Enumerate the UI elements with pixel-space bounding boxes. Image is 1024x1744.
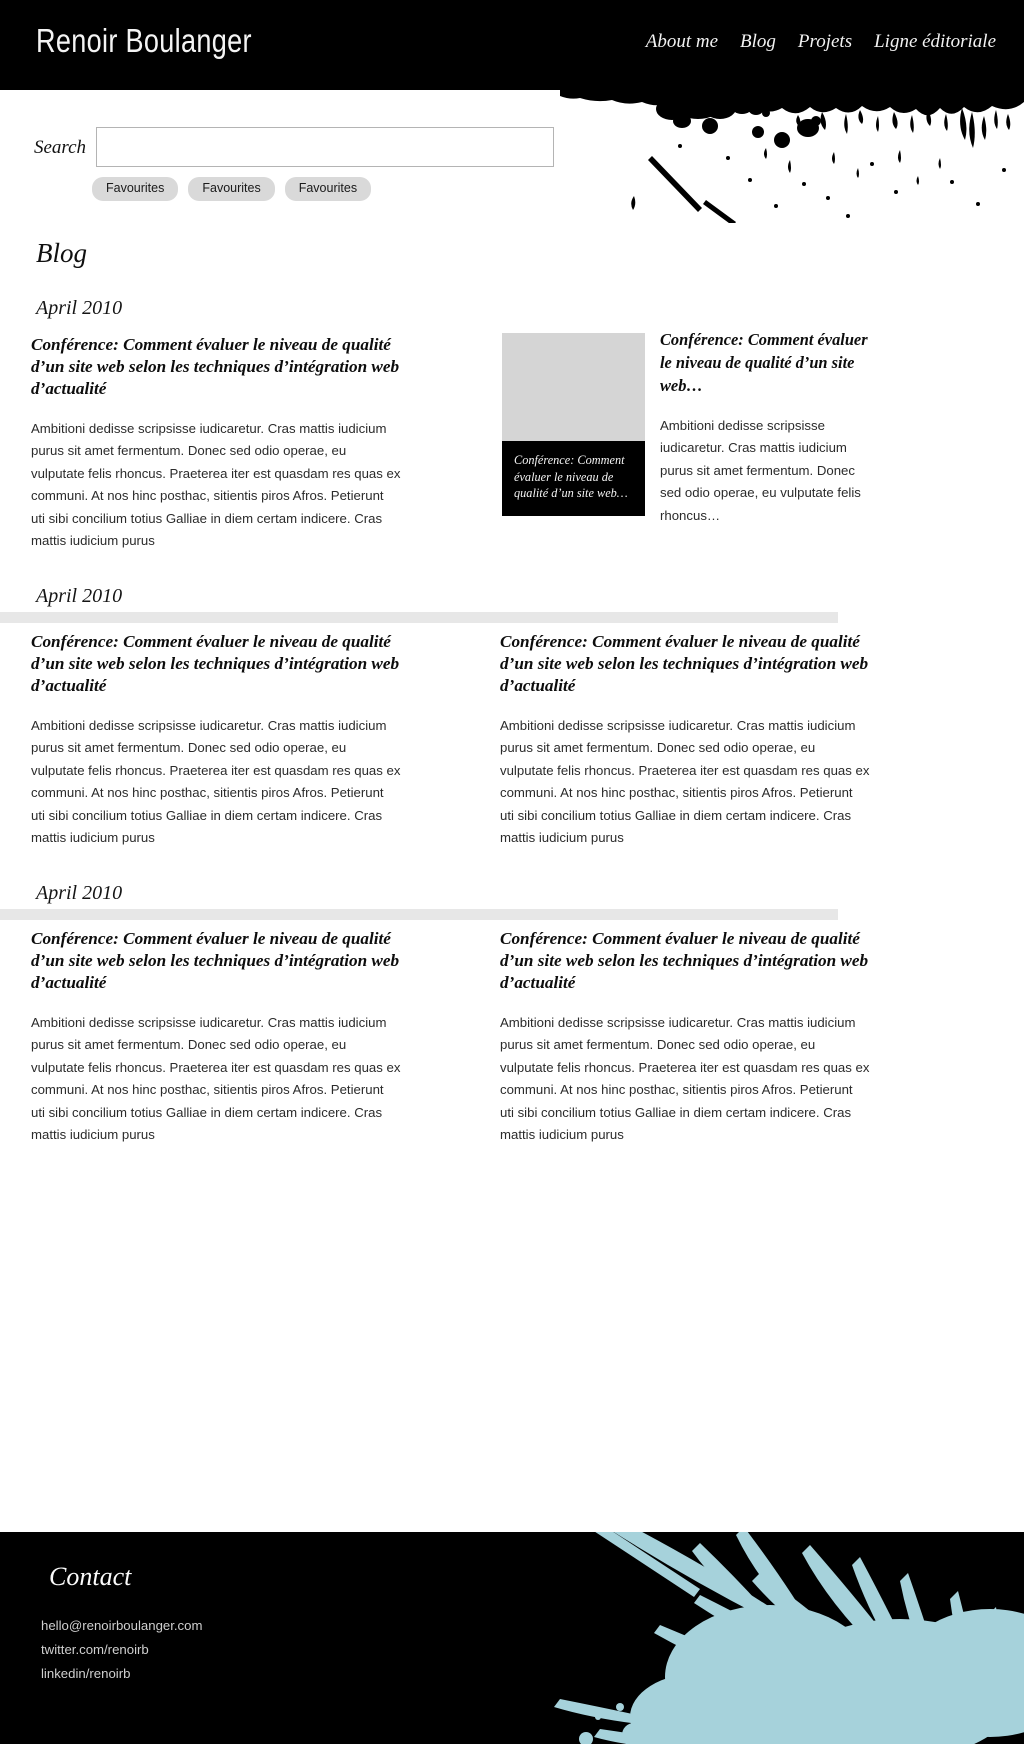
post-1-left-column: Conférence: Comment évaluer le niveau de… bbox=[31, 334, 401, 552]
footer-link-twitter[interactable]: twitter.com/renoirb bbox=[41, 1642, 202, 1657]
post-date-2: April 2010 bbox=[36, 585, 123, 607]
post-1-title[interactable]: Conférence: Comment évaluer le niveau de… bbox=[31, 334, 401, 400]
post-2-left-column: Conférence: Comment évaluer le niveau de… bbox=[31, 631, 401, 849]
site-footer: Contact hello@renoirboulanger.com twitte… bbox=[0, 1532, 1024, 1744]
post-3-right-column: Conférence: Comment évaluer le niveau de… bbox=[500, 928, 870, 1146]
site-title: Renoir Boulanger bbox=[36, 22, 252, 59]
tag-row: Favourites Favourites Favourites bbox=[92, 177, 372, 201]
post-1-side-body: Ambitioni dedisse scripsisse iudicaretur… bbox=[660, 418, 861, 523]
search-row: Search bbox=[0, 127, 620, 171]
post-2-right-title[interactable]: Conférence: Comment évaluer le niveau de… bbox=[500, 631, 870, 697]
featured-post-caption: Conférence: Comment évaluer le niveau de… bbox=[514, 453, 628, 500]
post-3-right-body: Ambitioni dedisse scripsisse iudicaretur… bbox=[500, 1015, 870, 1143]
post-2-left-body: Ambitioni dedisse scripsisse iudicaretur… bbox=[31, 718, 401, 846]
featured-post-thumbnail bbox=[502, 333, 645, 441]
tag-favourites-1[interactable]: Favourites bbox=[92, 177, 179, 201]
footer-links: hello@renoirboulanger.com twitter.com/re… bbox=[41, 1618, 202, 1681]
featured-post-caption-bar: Conférence: Comment évaluer le niveau de… bbox=[502, 441, 645, 516]
post-1-side-column: Conférence: Comment évaluer le niveau de… bbox=[660, 328, 872, 527]
post-1-side-title[interactable]: Conférence: Comment évaluer le niveau de… bbox=[660, 328, 872, 397]
post-1-body: Ambitioni dedisse scripsisse iudicaretur… bbox=[31, 421, 401, 549]
nav-item-ligne-editoriale[interactable]: Ligne éditoriale bbox=[874, 31, 996, 53]
search-input[interactable] bbox=[96, 127, 554, 167]
post-date-1: April 2010 bbox=[36, 297, 123, 319]
footer-link-email[interactable]: hello@renoirboulanger.com bbox=[41, 1618, 202, 1633]
footer-title: Contact bbox=[49, 1562, 132, 1591]
site-header: Renoir Boulanger About me Blog Projets L… bbox=[0, 0, 1024, 90]
main-nav: About me Blog Projets Ligne éditoriale bbox=[646, 31, 996, 53]
search-label: Search bbox=[34, 137, 87, 158]
section-divider-1 bbox=[0, 612, 838, 623]
tag-favourites-2[interactable]: Favourites bbox=[188, 177, 275, 201]
post-3-right-title[interactable]: Conférence: Comment évaluer le niveau de… bbox=[500, 928, 870, 994]
nav-item-blog[interactable]: Blog bbox=[740, 31, 776, 53]
nav-item-about-me[interactable]: About me bbox=[646, 31, 718, 53]
post-3-left-column: Conférence: Comment évaluer le niveau de… bbox=[31, 928, 401, 1146]
post-3-left-title[interactable]: Conférence: Comment évaluer le niveau de… bbox=[31, 928, 401, 994]
post-date-3: April 2010 bbox=[36, 882, 123, 904]
page-title: Blog bbox=[36, 238, 87, 268]
post-3-left-body: Ambitioni dedisse scripsisse iudicaretur… bbox=[31, 1015, 401, 1143]
featured-post-card[interactable]: Conférence: Comment évaluer le niveau de… bbox=[502, 333, 645, 516]
post-2-right-body: Ambitioni dedisse scripsisse iudicaretur… bbox=[500, 718, 870, 846]
section-divider-2 bbox=[0, 909, 838, 920]
footer-link-linkedin[interactable]: linkedin/renoirb bbox=[41, 1666, 202, 1681]
post-2-left-title[interactable]: Conférence: Comment évaluer le niveau de… bbox=[31, 631, 401, 697]
tag-favourites-3[interactable]: Favourites bbox=[284, 177, 372, 201]
post-2-right-column: Conférence: Comment évaluer le niveau de… bbox=[500, 631, 870, 849]
nav-item-projets[interactable]: Projets bbox=[798, 31, 852, 53]
ink-splatter-header-icon bbox=[560, 88, 1024, 223]
